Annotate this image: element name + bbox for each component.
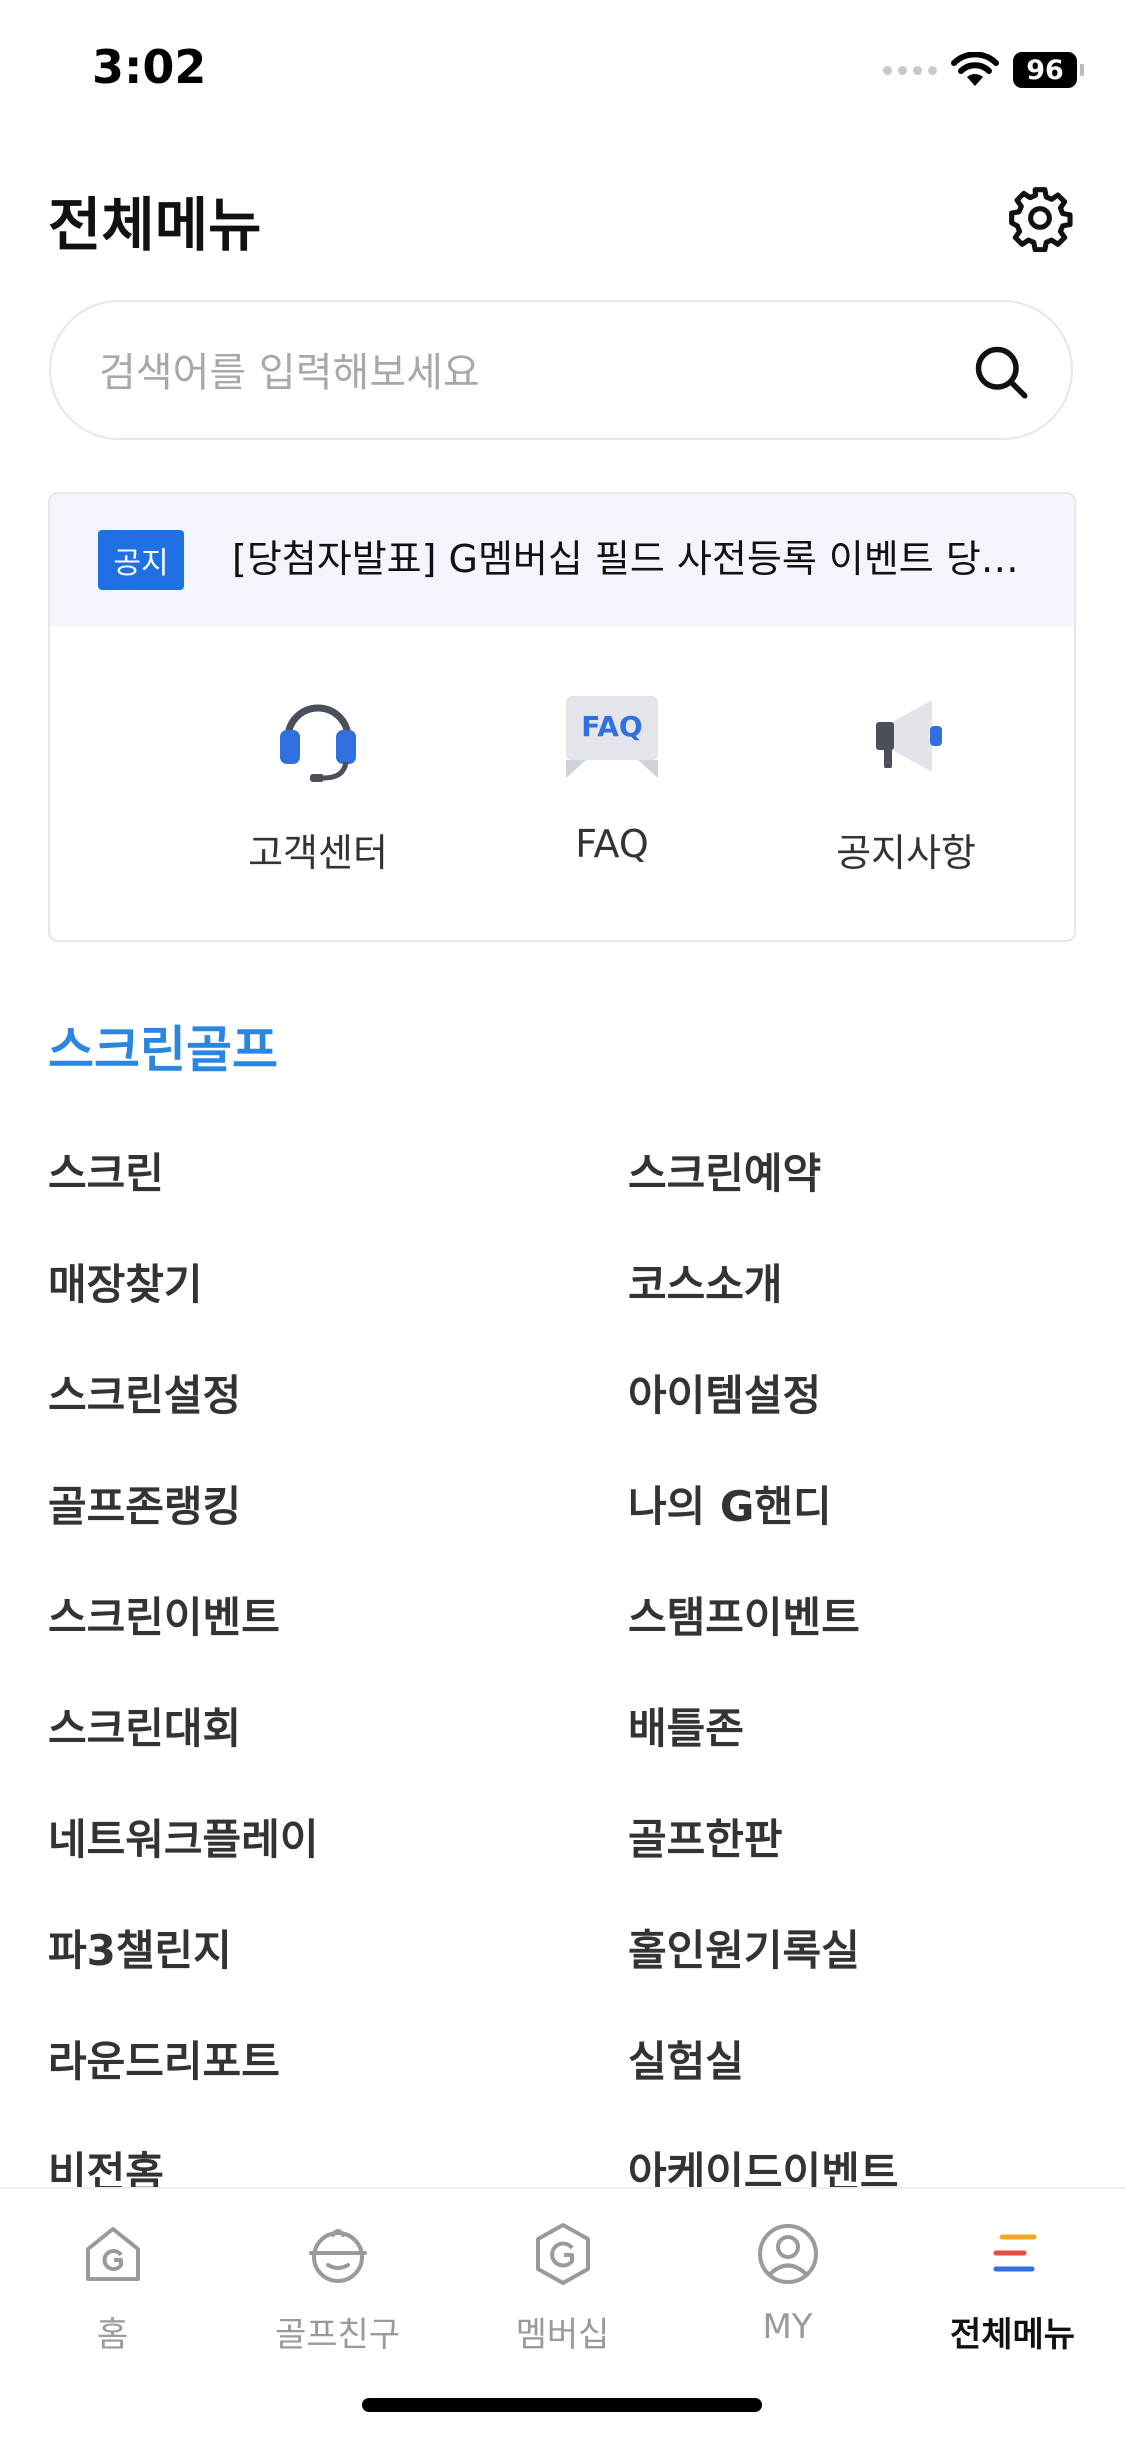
search-input[interactable]: [97, 332, 961, 414]
quick-link-faq[interactable]: FAQ FAQ: [502, 674, 722, 866]
home-icon: [85, 2227, 140, 2281]
info-card: 공지 [당첨자발표] G멤버십 필드 사전등록 이벤트 당첨자 발표 고객센터 …: [48, 492, 1076, 942]
menu-item[interactable]: 파3챌린지: [48, 1917, 232, 1978]
notice-text: [당첨자발표] G멤버십 필드 사전등록 이벤트 당첨자 발표: [232, 537, 1032, 581]
status-indicators: 96: [883, 48, 1084, 92]
wifi-icon: [951, 52, 999, 86]
nav-label: 골프친구: [274, 2315, 401, 2355]
menu-item[interactable]: 코스소개: [628, 1251, 783, 1312]
menu-item[interactable]: 나의 G핸디: [628, 1473, 832, 1534]
notice-badge: 공지: [98, 530, 184, 590]
nav-label: MY: [762, 2307, 813, 2347]
menu-item[interactable]: 실험실: [628, 2028, 744, 2089]
quick-links: 고객센터 FAQ FAQ 공지사항: [50, 674, 1074, 904]
profile-icon: [757, 2224, 818, 2284]
section-title-screen-golf: 스크린골프: [48, 1021, 278, 1079]
menu-item[interactable]: 네트워크플레이: [48, 1806, 318, 1867]
nav-tab-home[interactable]: 홈: [0, 2219, 225, 2356]
menu-item[interactable]: 스크린대회: [48, 1695, 241, 1756]
megaphone-icon: [876, 700, 942, 772]
settings-button[interactable]: [1006, 184, 1074, 253]
search-icon: [975, 346, 1028, 399]
headset-icon: [280, 704, 356, 782]
menu-item[interactable]: 스크린예약: [628, 1140, 821, 1201]
faq-icon: FAQ: [566, 696, 658, 778]
status-bar: 3:02 96: [0, 0, 1125, 140]
nav-label: 멤버십: [515, 2315, 610, 2355]
menu-item[interactable]: 스크린: [48, 1140, 164, 1201]
menu-item[interactable]: 골프존랭킹: [48, 1473, 241, 1534]
quick-link-label: FAQ: [575, 822, 649, 866]
svg-text:FAQ: FAQ: [581, 710, 642, 743]
menu-item[interactable]: 스탬프이벤트: [628, 1584, 860, 1645]
golf-friend-icon: [308, 2229, 367, 2283]
nav-tab-all-menu[interactable]: 전체메뉴: [900, 2219, 1125, 2356]
quick-link-label: 공지사항: [836, 831, 976, 875]
notice-banner[interactable]: 공지 [당첨자발표] G멤버십 필드 사전등록 이벤트 당첨자 발표: [50, 494, 1074, 626]
cellular-signal-icon: [883, 65, 937, 75]
menu-item[interactable]: 스크린이벤트: [48, 1584, 280, 1645]
menu-item[interactable]: 홀인원기록실: [628, 1917, 860, 1978]
nav-tab-golf-friends[interactable]: 골프친구: [225, 2219, 450, 2356]
page-title: 전체메뉴: [48, 191, 262, 259]
menu-icon: [993, 2234, 1036, 2272]
menu-item[interactable]: 골프한판: [628, 1806, 783, 1867]
status-time: 3:02: [92, 40, 207, 94]
quick-link-label: 고객센터: [248, 831, 388, 875]
menu-item[interactable]: 라운드리포트: [48, 2028, 280, 2089]
search-bar: [49, 300, 1073, 440]
battery-icon: 96: [1013, 52, 1084, 88]
membership-icon: [535, 2223, 590, 2285]
menu-item[interactable]: 아이템설정: [628, 1362, 821, 1423]
nav-label: 홈: [96, 2315, 129, 2355]
menu-item[interactable]: 매장찾기: [48, 1251, 203, 1312]
search-button[interactable]: [971, 342, 1031, 402]
nav-label: 전체메뉴: [949, 2315, 1076, 2355]
nav-tab-membership[interactable]: 멤버십: [450, 2219, 675, 2356]
gear-icon: [1009, 187, 1073, 253]
quick-link-customer-center[interactable]: 고객센터: [208, 674, 428, 877]
nav-tab-my[interactable]: MY: [675, 2219, 900, 2347]
quick-link-notices[interactable]: 공지사항: [796, 674, 1016, 877]
menu-item[interactable]: 배틀존: [628, 1695, 744, 1756]
menu-item[interactable]: 스크린설정: [48, 1362, 241, 1423]
home-indicator: [362, 2398, 762, 2412]
